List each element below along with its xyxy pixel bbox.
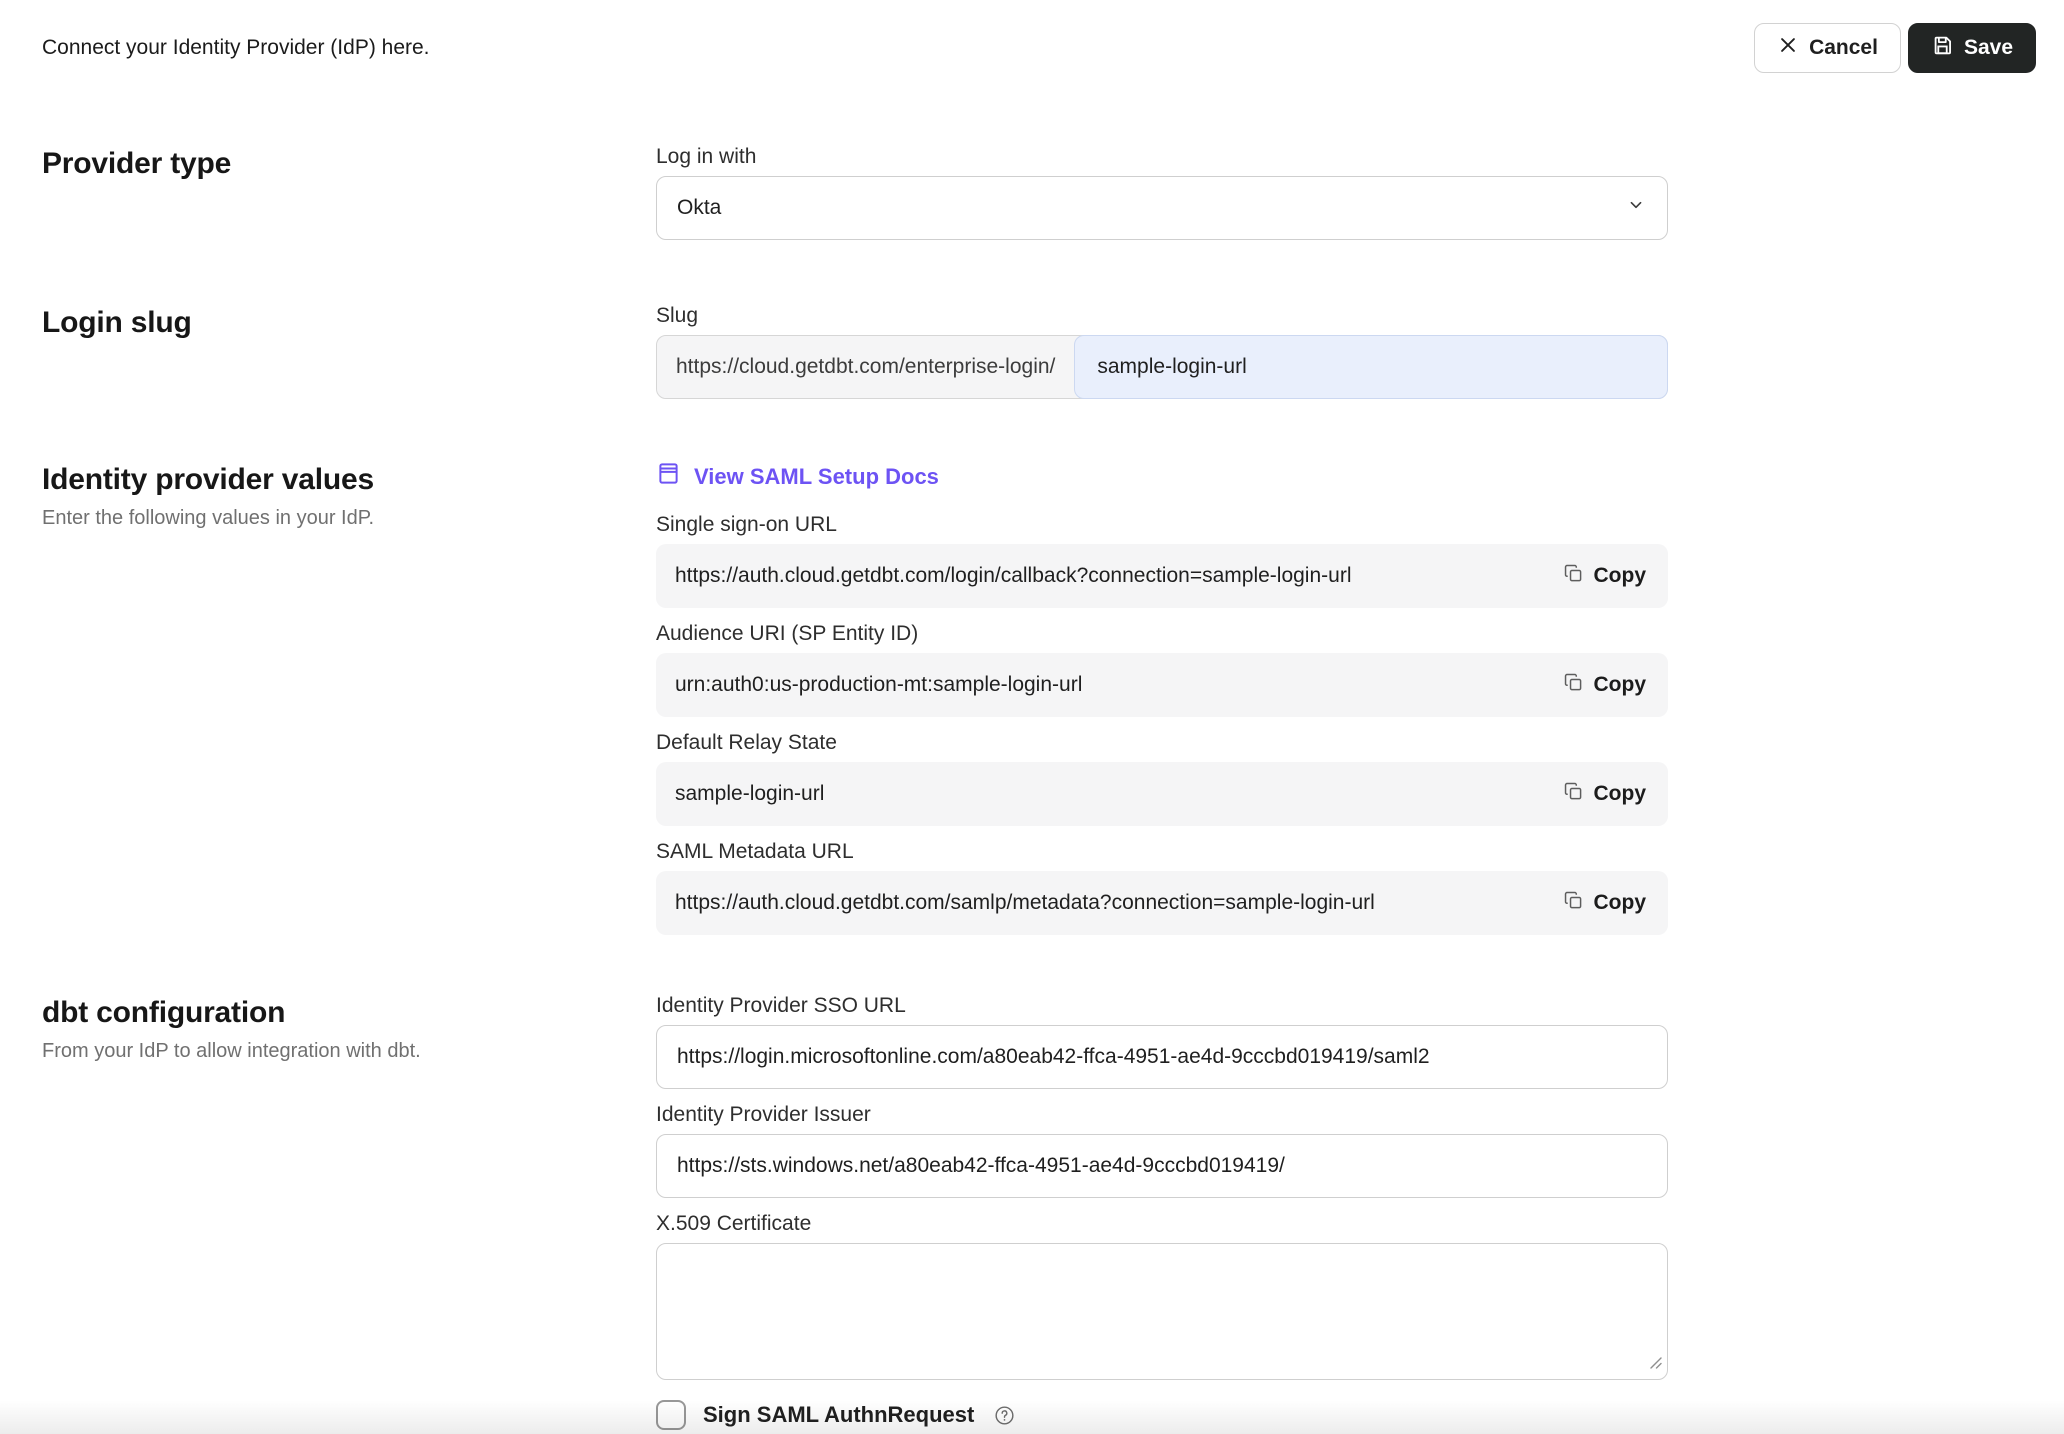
login-with-select[interactable]: Okta [656,176,1668,240]
sign-authn-label: Sign SAML AuthnRequest [703,1402,974,1428]
audience-uri-copy-button[interactable]: Copy [1557,664,1653,707]
dbt-configuration-title: dbt configuration [42,996,656,1030]
x509-certificate-textarea[interactable] [656,1243,1668,1380]
metadata-url-block: SAML Metadata URL https://auth.cloud.get… [656,840,1668,935]
x509-certificate-block: X.509 Certificate [656,1212,1668,1380]
audience-uri-value: urn:auth0:us-production-mt:sample-login-… [675,673,1082,697]
topbar-actions: Cancel Save [1754,23,2036,73]
slug-label: Slug [656,304,1668,328]
sign-authn-checkbox[interactable] [656,1400,686,1430]
audience-uri-readonly-field: urn:auth0:us-production-mt:sample-login-… [656,653,1668,717]
slug-url-prefix: https://cloud.getdbt.com/enterprise-logi… [657,336,1074,398]
sso-url-label: Single sign-on URL [656,513,1668,537]
view-saml-docs-label: View SAML Setup Docs [694,464,939,490]
relay-state-label: Default Relay State [656,731,1668,755]
page-description: Connect your Identity Provider (IdP) her… [42,36,430,60]
relay-state-block: Default Relay State sample-login-url Cop… [656,731,1668,826]
login-with-selected-value: Okta [677,196,721,220]
section-idp-values: Identity provider values Enter the follo… [0,461,2064,949]
idp-values-subtitle: Enter the following values in your IdP. [42,507,656,530]
section-login-slug: Login slug Slug https://cloud.getdbt.com… [0,304,2064,399]
copy-button-label: Copy [1594,673,1647,697]
save-button[interactable]: Save [1908,23,2036,73]
metadata-url-copy-button[interactable]: Copy [1557,882,1653,925]
dbt-configuration-subtitle: From your IdP to allow integration with … [42,1040,656,1063]
question-circle-icon[interactable] [993,1404,1016,1427]
copy-icon [1563,781,1584,808]
copy-button-label: Copy [1594,782,1647,806]
relay-state-readonly-field: sample-login-url Copy [656,762,1668,826]
section-dbt-configuration: dbt configuration From your IdP to allow… [0,994,2064,1430]
idp-values-title: Identity provider values [42,463,656,497]
chevron-down-icon [1625,194,1647,222]
close-icon [1777,34,1799,62]
sso-url-value: https://auth.cloud.getdbt.com/login/call… [675,564,1351,588]
audience-uri-label: Audience URI (SP Entity ID) [656,622,1668,646]
copy-icon [1563,672,1584,699]
cancel-button[interactable]: Cancel [1754,23,1901,73]
idp-sso-url-label: Identity Provider SSO URL [656,994,1668,1018]
metadata-url-value: https://auth.cloud.getdbt.com/samlp/meta… [675,891,1375,915]
x509-certificate-label: X.509 Certificate [656,1212,1668,1236]
idp-issuer-block: Identity Provider Issuer [656,1103,1668,1198]
copy-button-label: Copy [1594,891,1647,915]
copy-button-label: Copy [1594,564,1647,588]
metadata-url-label: SAML Metadata URL [656,840,1668,864]
save-button-label: Save [1964,36,2013,60]
idp-sso-url-block: Identity Provider SSO URL [656,994,1668,1089]
view-saml-docs-link[interactable]: View SAML Setup Docs [656,461,939,492]
relay-state-value: sample-login-url [675,782,824,806]
login-with-label: Log in with [656,145,1668,169]
sign-authn-row: Sign SAML AuthnRequest [656,1400,1668,1430]
idp-sso-url-input[interactable] [656,1025,1668,1089]
idp-issuer-label: Identity Provider Issuer [656,1103,1668,1127]
floppy-disk-icon [1931,34,1954,63]
provider-type-title: Provider type [42,147,656,181]
idp-issuer-input[interactable] [656,1134,1668,1198]
sso-url-copy-button[interactable]: Copy [1557,555,1653,598]
login-slug-title: Login slug [42,306,656,340]
slug-input[interactable] [1074,335,1668,399]
notebook-icon [656,461,681,492]
cancel-button-label: Cancel [1809,36,1878,60]
relay-state-copy-button[interactable]: Copy [1557,773,1653,816]
slug-field: https://cloud.getdbt.com/enterprise-logi… [656,335,1668,399]
section-provider-type: Provider type Log in with Okta [0,145,2064,240]
audience-uri-block: Audience URI (SP Entity ID) urn:auth0:us… [656,622,1668,717]
topbar: Connect your Identity Provider (IdP) her… [0,0,2064,92]
copy-icon [1563,890,1584,917]
copy-icon [1563,563,1584,590]
metadata-url-readonly-field: https://auth.cloud.getdbt.com/samlp/meta… [656,871,1668,935]
sso-url-readonly-field: https://auth.cloud.getdbt.com/login/call… [656,544,1668,608]
sso-url-block: Single sign-on URL https://auth.cloud.ge… [656,513,1668,608]
